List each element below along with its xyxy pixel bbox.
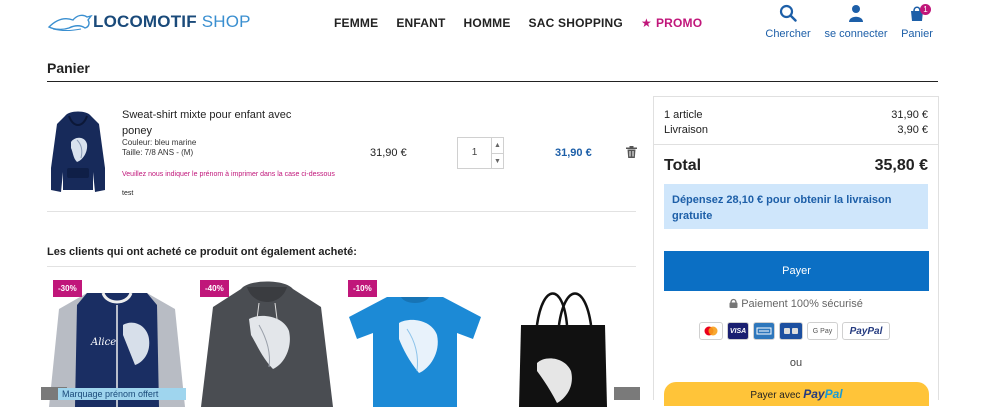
also-bought-title: Les clients qui ont acheté ce produit on… <box>47 246 357 258</box>
chevron-down-icon[interactable]: ▼ <box>492 154 503 169</box>
nav-promo[interactable]: ★ PROMO <box>641 16 702 30</box>
paypal-logo: PayPal <box>842 322 890 340</box>
nav-promo-label: PROMO <box>655 16 703 30</box>
cart-item-unit-price: 31,90 € <box>370 147 407 159</box>
logo-suffix: SHOP <box>201 12 251 31</box>
cart-button[interactable]: 1 Panier <box>887 4 947 40</box>
quantity-arrows: ▲ ▼ <box>491 138 503 168</box>
cart-item-attributes: Couleur: bleu marine Taille: 7/8 ANS - (… <box>122 138 196 158</box>
discount-badge: -40% <box>200 280 229 297</box>
logo[interactable]: LOCOMOTIF SHOP <box>47 10 251 34</box>
summary-divider <box>654 144 938 145</box>
login-button[interactable]: se connecter <box>816 4 896 40</box>
quantity-stepper[interactable]: 1 ▲ ▼ <box>457 137 504 169</box>
title-divider <box>47 81 938 82</box>
site-header: LOCOMOTIF SHOP FEMME ENFANT HOMME SAC SH… <box>0 0 1000 50</box>
cart-item-color: Couleur: bleu marine <box>122 138 197 147</box>
amex-icon <box>753 322 775 340</box>
summary-articles-row: 1 article 31,90 € <box>664 109 928 121</box>
cart-count-badge: 1 <box>920 4 931 15</box>
star-icon: ★ <box>640 16 652 30</box>
discount-badge: -10% <box>348 280 377 297</box>
summary-total-value: 35,80 € <box>874 157 928 174</box>
cart-divider <box>47 211 636 212</box>
also-bought-divider <box>47 266 636 267</box>
login-label: se connecter <box>824 28 888 40</box>
search-button[interactable]: Chercher <box>758 4 818 40</box>
cart-item-name[interactable]: Sweat-shirt mixte pour enfant avec poney <box>122 107 322 139</box>
payment-methods: VISA G Pay PayPal <box>699 322 890 340</box>
summary-total-row: Total 35,80 € <box>664 157 928 175</box>
cart-label: Panier <box>901 28 933 40</box>
nav-sac-shopping[interactable]: SAC SHOPPING <box>529 16 623 30</box>
trash-icon[interactable] <box>626 146 637 158</box>
product-image-sweatshirt[interactable] <box>47 108 109 196</box>
page-title: Panier <box>47 60 90 76</box>
horse-logo-icon <box>47 14 93 31</box>
search-icon <box>779 4 797 22</box>
lock-icon <box>729 298 738 308</box>
search-label: Chercher <box>765 28 811 40</box>
paypal-button-label: Payer avec <box>750 390 801 401</box>
summary-total-label: Total <box>664 157 702 174</box>
cart-item-custom-text: test <box>122 190 134 197</box>
product-card-tote-bag[interactable] <box>493 279 633 409</box>
main-nav: FEMME ENFANT HOMME SAC SHOPPING ★ PROMO <box>334 16 720 30</box>
quantity-input[interactable]: 1 <box>458 138 491 168</box>
pay-button[interactable]: Payer <box>664 251 929 291</box>
product-card-hoodie-grey[interactable] <box>197 279 337 409</box>
order-summary: 1 article 31,90 € Livraison 3,90 € Total… <box>653 96 939 406</box>
carousel-next-button[interactable] <box>614 387 640 400</box>
logo-text: LOCOMOTIF SHOP <box>93 12 251 32</box>
personalization-banner: Marquage prénom offert <box>58 388 186 400</box>
or-separator: ou <box>789 357 803 369</box>
discount-badge: -30% <box>53 280 82 297</box>
cart-item-custom-note: Veuillez nous indiquer le prénom à impri… <box>122 171 335 178</box>
summary-shipping-row: Livraison 3,90 € <box>664 124 928 136</box>
google-pay-icon: G Pay <box>807 322 838 340</box>
secure-payment-label: Paiement 100% sécurisé <box>741 298 863 310</box>
logo-brand: LOCOMOTIF <box>93 12 197 31</box>
free-shipping-notice: Dépensez 28,10 € pour obtenir la livrais… <box>664 184 928 229</box>
mastercard-icon <box>699 322 723 340</box>
paypal-wordmark-pal: Pal <box>824 387 843 401</box>
paypal-button[interactable]: Payer avec PayPal <box>664 382 929 406</box>
paypal-wordmark-pay: Pay <box>803 387 825 401</box>
cart-item-size: Taille: 7/8 ANS - (M) <box>122 148 194 157</box>
summary-shipping-value: 3,90 € <box>897 124 928 136</box>
product-name-on-image: Alice <box>90 337 116 348</box>
carte-bancaire-icon <box>779 322 803 340</box>
summary-shipping-label: Livraison <box>664 124 709 136</box>
visa-icon: VISA <box>727 322 749 340</box>
chevron-up-icon[interactable]: ▲ <box>492 138 503 154</box>
product-card-tshirt-blue[interactable] <box>345 279 485 409</box>
secure-payment-text: Paiement 100% sécurisé <box>664 298 928 310</box>
nav-homme[interactable]: HOMME <box>464 16 511 30</box>
user-icon <box>849 5 863 22</box>
summary-articles-value: 31,90 € <box>891 109 928 121</box>
cart-item-line-total: 31,90 € <box>555 147 592 159</box>
paypal-wordmark: PayPal <box>803 387 842 401</box>
summary-articles-label: 1 article <box>664 109 703 121</box>
nav-femme[interactable]: FEMME <box>334 16 378 30</box>
nav-enfant[interactable]: ENFANT <box>396 16 445 30</box>
